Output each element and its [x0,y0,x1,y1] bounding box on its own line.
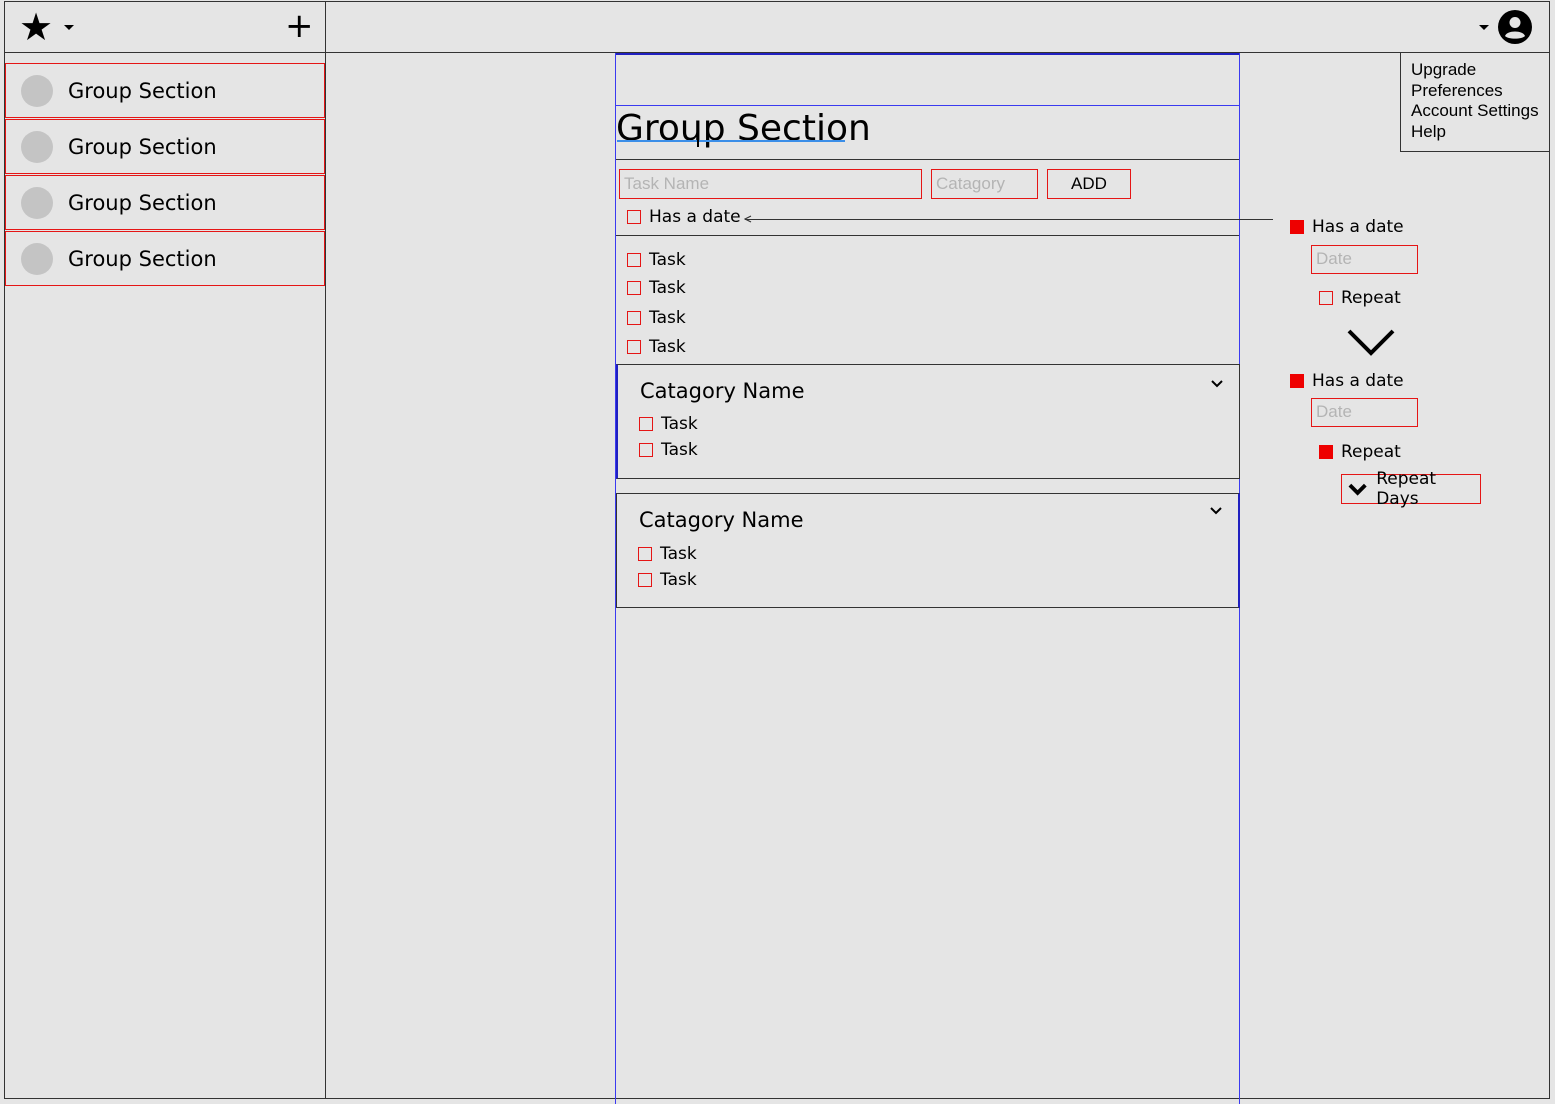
task-checkbox[interactable] [627,311,641,325]
task-item[interactable]: Task [627,337,686,357]
repeat-days-label: Repeat Days [1376,469,1437,509]
sidebar-item-group-section[interactable]: Group Section [5,63,325,118]
sidebar-item-label: Group Section [68,190,217,215]
plus-icon[interactable]: + [285,8,314,44]
has-date-label: Has a date [1312,217,1404,237]
menu-item-upgrade[interactable]: Upgrade [1411,60,1549,81]
menu-item-account-settings[interactable]: Account Settings [1411,101,1549,122]
task-label: Task [649,337,686,357]
task-item[interactable]: Task [627,308,686,328]
add-task-form: ADD Has a date [616,159,1239,236]
add-button[interactable]: ADD [1047,169,1131,199]
task-label: Task [660,544,697,564]
task-name-input[interactable] [619,169,922,199]
sidebar: Group Section Group Section Group Sectio… [4,53,326,1099]
category-task-item[interactable]: Task [639,414,698,434]
top-bar: ★ + [4,1,1550,53]
menu-item-help[interactable]: Help [1411,122,1549,143]
task-label: Task [649,250,686,270]
has-date-toggle-row[interactable]: Has a date [1290,371,1404,391]
group-avatar [21,130,53,163]
category-name: Catagory Name [640,379,805,403]
chevron-down-icon[interactable] [1209,377,1225,389]
category-task-item[interactable]: Task [638,544,697,564]
task-label: Task [660,570,697,590]
task-checkbox[interactable] [638,573,652,587]
task-checkbox[interactable] [627,340,641,354]
title-underline [617,140,845,142]
repeat-label: Repeat [1341,288,1401,308]
user-dropdown-menu: Upgrade Preferences Account Settings Hel… [1400,53,1550,152]
sidebar-item-group-section[interactable]: Group Section [5,119,325,174]
chevron-down-icon [1347,329,1395,356]
task-item[interactable]: Task [627,278,686,298]
chevron-down-icon [1348,483,1367,496]
task-checkbox[interactable] [639,417,653,431]
has-date-label: Has a date [1312,371,1404,391]
has-date-toggle-row[interactable]: Has a date [1290,217,1404,237]
account-circle-icon[interactable] [1498,10,1532,44]
repeat-toggle-row[interactable]: Repeat [1319,442,1401,462]
sidebar-item-group-section[interactable]: Group Section [5,231,325,286]
task-label: Task [661,440,698,460]
star-icon[interactable]: ★ [19,7,53,47]
task-checkbox[interactable] [639,443,653,457]
task-list: Task Task Task Task [616,236,1239,364]
chevron-down-icon[interactable] [1208,504,1224,516]
category-section: Catagory Name Task Task [616,364,1240,479]
annotation-arrow-line [745,219,1273,220]
repeat-toggle-row[interactable]: Repeat [1319,288,1401,308]
task-label: Task [649,278,686,298]
has-date-label: Has a date [649,207,741,227]
task-item[interactable]: Task [627,250,686,270]
task-checkbox[interactable] [627,281,641,295]
category-name: Catagory Name [639,508,804,532]
category-task-item[interactable]: Task [638,570,697,590]
repeat-checkbox[interactable] [1319,445,1333,459]
task-checkbox[interactable] [638,547,652,561]
has-date-checkbox[interactable] [627,210,641,224]
category-input[interactable] [931,169,1038,199]
account-caret-down-icon[interactable] [1479,25,1489,30]
task-label: Task [649,308,686,328]
repeat-days-dropdown[interactable]: Repeat Days [1341,469,1481,509]
sidebar-item-label: Group Section [68,78,217,103]
main-header-area [616,53,1239,106]
top-bar-left: ★ + [5,2,326,52]
group-avatar [21,186,53,219]
date-input[interactable]: Date [1311,398,1418,427]
main-content: Group Section ADD Has a date Task Task T… [615,53,1240,1104]
sidebar-item-label: Group Section [68,134,217,159]
repeat-label: Repeat [1341,442,1401,462]
menu-item-preferences[interactable]: Preferences [1411,81,1549,102]
page-title[interactable]: Group Section [616,109,871,149]
has-date-checkbox[interactable] [1290,220,1304,234]
sidebar-item-group-section[interactable]: Group Section [5,175,325,230]
caret-down-icon[interactable] [64,25,74,30]
category-task-item[interactable]: Task [639,440,698,460]
repeat-checkbox[interactable] [1319,291,1333,305]
task-label: Task [661,414,698,434]
date-input[interactable]: Date [1311,245,1418,274]
text-cursor [697,133,699,147]
category-section: Catagory Name Task Task [616,493,1240,608]
group-avatar [21,74,53,107]
arrow-left-icon [744,215,752,223]
task-checkbox[interactable] [627,253,641,267]
group-avatar [21,242,53,275]
has-date-checkbox[interactable] [1290,374,1304,388]
sidebar-item-label: Group Section [68,246,217,271]
has-date-row[interactable]: Has a date [627,207,741,227]
